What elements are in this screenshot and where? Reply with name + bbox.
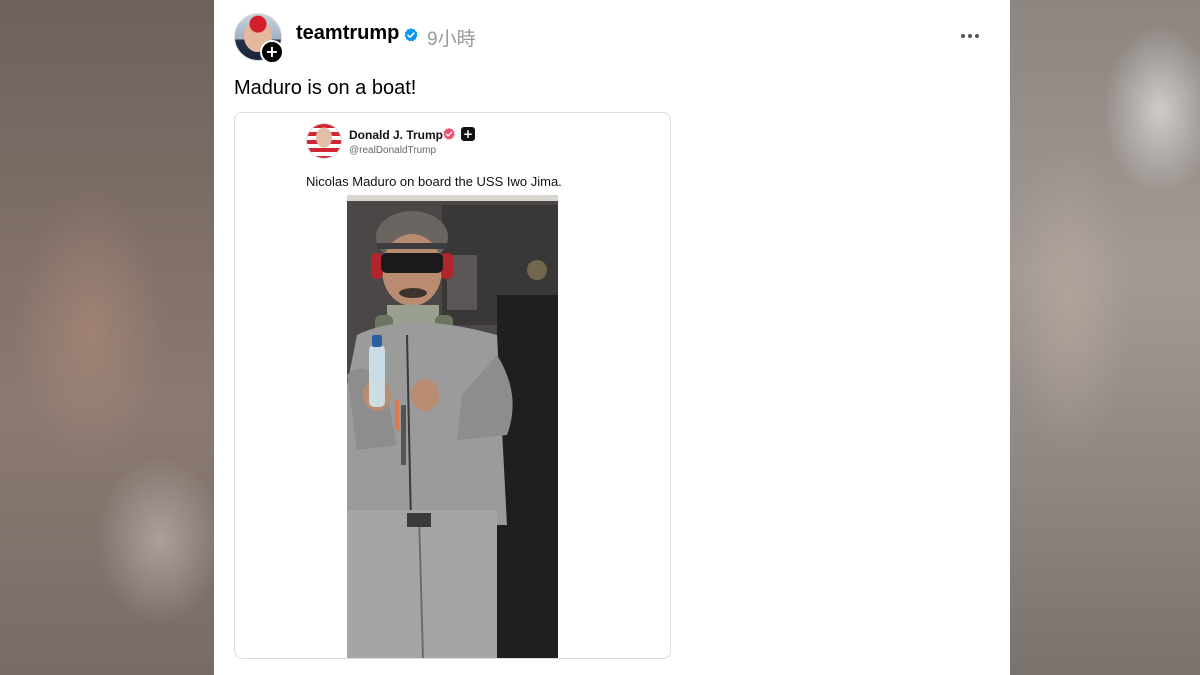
embed-author-name: Donald J. Trump [349, 128, 444, 142]
more-dot-icon [968, 34, 972, 38]
embed-avatar [306, 123, 342, 159]
username-link[interactable]: teamtrump [296, 22, 399, 45]
post-panel: + teamtrump 9小時 Maduro is on a boat! Don… [214, 0, 1010, 675]
profile-avatar[interactable]: + [234, 13, 284, 64]
embed-handle: @realDonaldTrump [349, 145, 437, 156]
attached-image[interactable]: Donald J. Trump + @realDonaldTrump Nicol… [234, 112, 671, 659]
post-caption: Maduro is on a boat! [234, 77, 417, 99]
embed-post-text: Nicolas Maduro on board the USS Iwo Jima… [306, 174, 562, 189]
blurred-background-left [0, 0, 214, 675]
post-timestamp[interactable]: 9小時 [427, 24, 476, 51]
verified-check-icon [404, 28, 418, 42]
pink-verified-badge-icon [443, 127, 455, 140]
blurred-background-right [1010, 0, 1200, 675]
follow-plus-icon[interactable]: + [260, 40, 284, 64]
more-dot-icon [961, 34, 965, 38]
embed-plus-icon: + [461, 127, 475, 141]
photo-illustration [347, 195, 558, 658]
more-options-button[interactable] [956, 22, 984, 50]
embedded-photo [347, 195, 558, 658]
more-dot-icon [975, 34, 979, 38]
